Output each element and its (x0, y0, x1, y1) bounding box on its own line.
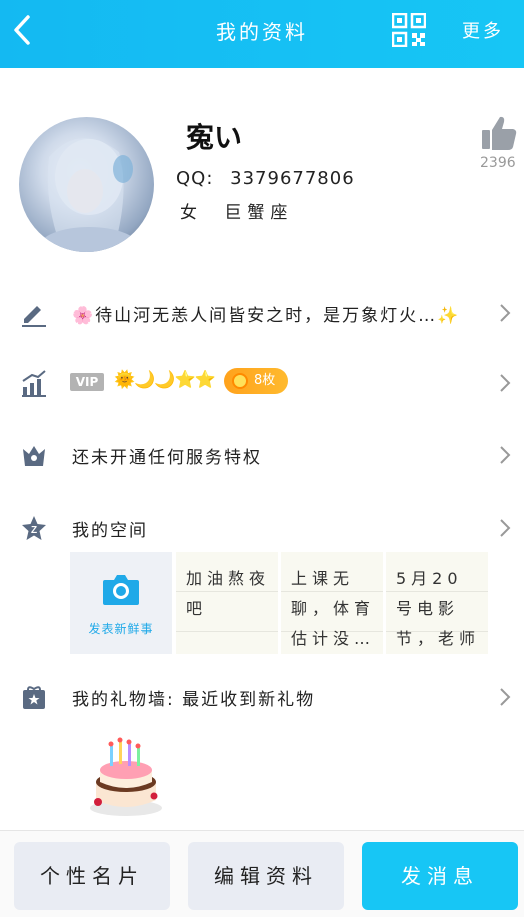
qr-code-icon[interactable] (392, 13, 426, 47)
chevron-right-icon (500, 519, 511, 537)
chevron-right-icon (500, 446, 511, 464)
level-up-chart-icon (22, 370, 46, 397)
gift-icon (23, 686, 45, 709)
blossom-emoji: 🌸 (72, 306, 96, 326)
space-post-card[interactable]: 5月20号电影节，老师我们… (386, 552, 488, 654)
sparkle-emoji: ✨ (437, 306, 461, 326)
coin-count: 8枚 (254, 373, 276, 388)
avatar[interactable] (19, 117, 154, 252)
more-button[interactable]: 更多 (462, 17, 504, 43)
birthday-cake-icon[interactable] (86, 734, 166, 818)
qq-value: 3379677806 (230, 168, 355, 189)
page-title: 我的资料 (216, 20, 308, 44)
avatar-image (39, 138, 139, 252)
nickname: 寃い (186, 121, 243, 154)
post-new-label: 发表新鲜事 (88, 622, 154, 636)
qq-number: QQ: 3379677806 (176, 168, 355, 189)
crown-icon (23, 446, 45, 466)
coin-badge[interactable]: 8枚 (224, 368, 288, 394)
space-cards: 发表新鲜事 加油熬夜吧 上课无聊，体育估计没… 5月20号电影节，老师我们… (70, 552, 488, 654)
pencil-icon (22, 306, 46, 327)
chevron-right-icon (500, 688, 511, 706)
gender: 女 (180, 203, 203, 223)
coin-icon (232, 373, 248, 389)
vip-badge: VIP (70, 373, 104, 391)
profile-card-button[interactable]: 个性名片 (14, 842, 170, 910)
gift-wall-title: 我的礼物墙: 最近收到新礼物 (72, 690, 316, 710)
space-title: 我的空间 (72, 521, 148, 541)
signature-row[interactable]: 🌸待山河无恙人间皆安之时，是万象灯火…✨ (0, 287, 524, 339)
zodiac: 巨蟹座 (224, 203, 294, 223)
space-post-card[interactable]: 加油熬夜吧 (176, 552, 278, 654)
camera-icon (103, 575, 139, 605)
service-text: 还未开通任何服务特权 (72, 448, 262, 468)
thumbs-up-icon[interactable] (478, 113, 518, 153)
svg-text:Z: Z (31, 525, 37, 536)
send-message-button[interactable]: 发消息 (362, 842, 518, 910)
chevron-right-icon (500, 304, 511, 322)
qzone-star-icon: Z (22, 516, 46, 540)
gift-wall-row[interactable]: 我的礼物墙: 最近收到新礼物 (0, 671, 524, 723)
signature-content: 待山河无恙人间皆安之时，是万象灯火… (95, 306, 438, 326)
like-count: 2396 (480, 155, 516, 171)
qq-label: QQ: (176, 168, 214, 189)
service-row[interactable]: 还未开通任何服务特权 (0, 429, 524, 481)
space-row[interactable]: Z 我的空间 (0, 502, 524, 554)
chevron-right-icon (500, 374, 511, 392)
gender-zodiac: 女 巨蟹座 (180, 198, 293, 223)
space-post-card[interactable]: 上课无聊，体育估计没… (281, 552, 383, 654)
post-new-button[interactable]: 发表新鲜事 (70, 552, 172, 654)
edit-profile-button[interactable]: 编辑资料 (188, 842, 344, 910)
vip-row[interactable]: VIP 🌞🌙🌙⭐⭐ 8枚 (0, 357, 524, 409)
level-icons: 🌞🌙🌙⭐⭐ (114, 370, 216, 390)
signature-text: 🌸待山河无恙人间皆安之时，是万象灯火…✨ (72, 301, 460, 326)
bottom-action-bar: 个性名片 编辑资料 发消息 (0, 830, 524, 917)
top-bar: 我的资料 更多 (0, 0, 524, 68)
